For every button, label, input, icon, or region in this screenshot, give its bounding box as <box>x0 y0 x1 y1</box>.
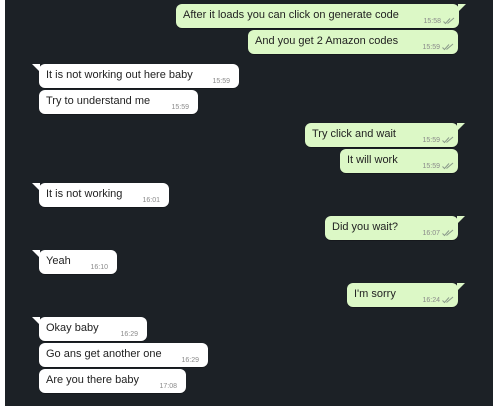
message-bubble-outgoing[interactable]: Try click and wait 15:59 <box>305 123 465 147</box>
message-text: After it loads you can click on generate… <box>183 9 399 21</box>
double-check-icon <box>442 296 454 304</box>
double-check-icon <box>442 136 454 144</box>
message-time: 16:01 <box>142 197 160 204</box>
double-check-icon <box>442 43 454 51</box>
message-time: 15:59 <box>212 78 230 85</box>
chat-pane[interactable]: After it loads you can click on generate… <box>5 0 493 406</box>
message-bubble-outgoing[interactable]: I'm sorry 16:24 <box>347 283 465 307</box>
message-time: 15:58 <box>423 18 441 25</box>
message-bubble-outgoing[interactable]: And you get 2 Amazon codes 15:59 <box>248 30 458 54</box>
message-time: 16:07 <box>422 230 440 237</box>
message-time: 15:59 <box>422 44 440 51</box>
message-text: I'm sorry <box>354 288 396 300</box>
message-time: 16:10 <box>90 264 108 271</box>
message-text: Try click and wait <box>312 128 396 140</box>
message-time: 15:59 <box>422 163 440 170</box>
message-time: 17:08 <box>159 383 177 390</box>
message-text: Yeah <box>46 255 71 267</box>
message-bubble-outgoing[interactable]: Did you wait? 16:07 <box>325 216 465 240</box>
message-bubble-incoming[interactable]: It is not working out here baby 15:59 <box>32 64 239 88</box>
message-text: And you get 2 Amazon codes <box>255 35 399 47</box>
message-bubble-incoming[interactable]: Go ans get another one 16:29 <box>39 343 208 367</box>
message-text: Try to understand me <box>46 95 151 107</box>
double-check-icon <box>442 162 454 170</box>
message-time: 16:29 <box>181 357 199 364</box>
message-bubble-outgoing[interactable]: After it loads you can click on generate… <box>176 4 466 28</box>
message-bubble-incoming[interactable]: Okay baby 16:29 <box>32 317 147 341</box>
message-bubble-incoming[interactable]: It is not working 16:01 <box>32 183 169 207</box>
double-check-icon <box>442 229 454 237</box>
double-check-icon <box>443 17 455 25</box>
message-bubble-outgoing[interactable]: It will work 15:59 <box>340 149 458 173</box>
message-text: Go ans get another one <box>46 348 162 360</box>
message-text: Are you there baby <box>46 374 139 386</box>
message-bubble-incoming[interactable]: Yeah 16:10 <box>32 250 117 274</box>
message-bubble-incoming[interactable]: Try to understand me 15:59 <box>39 90 198 114</box>
message-time: 15:59 <box>171 104 189 111</box>
message-time: 16:29 <box>120 331 138 338</box>
message-text: It is not working <box>46 188 123 200</box>
message-text: It is not working out here baby <box>46 69 193 81</box>
message-text: It will work <box>347 154 398 166</box>
message-time: 16:24 <box>422 297 440 304</box>
message-text: Did you wait? <box>332 221 399 233</box>
message-bubble-incoming[interactable]: Are you there baby 17:08 <box>39 369 186 393</box>
message-text: Okay baby <box>46 322 99 334</box>
message-time: 15:59 <box>422 137 440 144</box>
